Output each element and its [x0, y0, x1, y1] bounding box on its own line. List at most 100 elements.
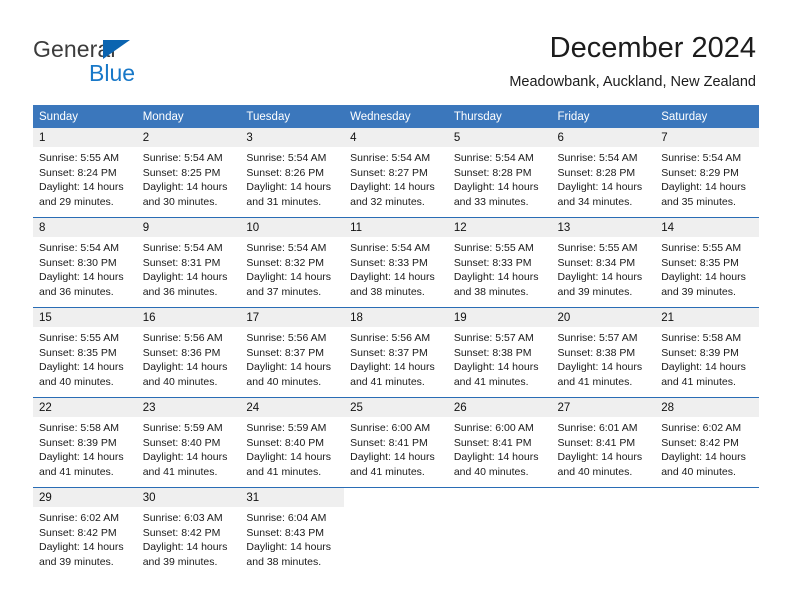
- day-detail-sunrise: Sunrise: 5:55 AM: [39, 152, 119, 164]
- day-cell-inner: 23 Sunrise: 5:59 AM Sunset: 8:40 PM Dayligh…: [136, 398, 241, 487]
- calendar-day-cell[interactable]: 23 Sunrise: 5:59 AM Sunset: 8:40 PM Dayligh…: [136, 397, 241, 488]
- day-detail-daylight-1: Daylight: 14 hours: [453, 181, 539, 194]
- day-cell-details: Sunrise: 5:59 AM Sunset: 8:40 PM Daylight:…: [240, 417, 344, 479]
- calendar-day-cell[interactable]: 5 Sunrise: 5:54 AM Sunset: 8:28 PM Daylight…: [447, 128, 552, 218]
- day-detail-daylight-2: and 39 minutes.: [142, 555, 218, 568]
- calendar-day-cell-empty: [551, 487, 656, 577]
- day-number: 30: [136, 488, 241, 507]
- calendar-day-cell[interactable]: 31 Sunrise: 6:04 AM Sunset: 8:43 PM Dayligh…: [240, 487, 345, 577]
- calendar-day-cell[interactable]: 19 Sunrise: 5:57 AM Sunset: 8:38 PM Dayligh…: [447, 307, 552, 398]
- calendar-day-cell[interactable]: 9 Sunrise: 5:54 AM Sunset: 8:31 PM Daylight…: [136, 217, 241, 308]
- day-cell-details: [552, 507, 656, 511]
- day-detail-daylight-2: and 41 minutes.: [557, 375, 633, 388]
- calendar-day-cell[interactable]: 29 Sunrise: 6:02 AM Sunset: 8:42 PM Dayligh…: [33, 487, 137, 577]
- day-detail-sunset: Sunset: 8:30 PM: [39, 256, 117, 269]
- day-detail-daylight-2: and 36 minutes.: [39, 285, 114, 298]
- calendar-day-cell[interactable]: 10 Sunrise: 5:54 AM Sunset: 8:32 PM Dayligh…: [240, 217, 345, 308]
- day-number: 1: [33, 128, 137, 147]
- day-cell-inner: 3 Sunrise: 5:54 AM Sunset: 8:26 PM Daylight…: [240, 128, 345, 217]
- calendar-day-cell[interactable]: 17 Sunrise: 5:56 AM Sunset: 8:37 PM Dayligh…: [240, 307, 345, 398]
- day-detail-daylight-2: and 41 minutes.: [39, 465, 114, 478]
- day-detail-sunset: Sunset: 8:31 PM: [142, 256, 221, 269]
- day-cell-inner: 5 Sunrise: 5:54 AM Sunset: 8:28 PM Daylight…: [447, 128, 552, 217]
- day-detail-sunrise: Sunrise: 6:02 AM: [661, 422, 742, 434]
- day-detail-sunrise: Sunrise: 5:57 AM: [453, 332, 534, 344]
- day-number: 9: [136, 218, 241, 237]
- logo-triangle-icon: [103, 40, 130, 59]
- day-cell-details: [344, 507, 448, 511]
- day-cell-details: Sunrise: 5:55 AM Sunset: 8:34 PM Daylight:…: [552, 237, 656, 299]
- day-detail-sunset: Sunset: 8:25 PM: [142, 166, 221, 179]
- day-cell-details: Sunrise: 5:54 AM Sunset: 8:31 PM Daylight:…: [137, 237, 241, 299]
- day-detail-sunset: Sunset: 8:39 PM: [661, 346, 739, 359]
- calendar-day-cell[interactable]: 8 Sunrise: 5:54 AM Sunset: 8:30 PM Daylight…: [33, 217, 137, 308]
- day-detail-daylight-2: and 41 minutes.: [246, 465, 322, 478]
- day-cell-inner: 26 Sunrise: 6:00 AM Sunset: 8:41 PM Dayligh…: [447, 398, 552, 487]
- day-detail-sunset: Sunset: 8:34 PM: [557, 256, 636, 269]
- calendar-day-cell[interactable]: 20 Sunrise: 5:57 AM Sunset: 8:38 PM Dayligh…: [551, 307, 656, 398]
- day-detail-daylight-2: and 39 minutes.: [557, 285, 633, 298]
- day-number: 11: [344, 218, 448, 237]
- day-detail-sunrise: Sunrise: 5:55 AM: [39, 332, 119, 344]
- day-detail-sunrise: Sunrise: 5:55 AM: [557, 242, 638, 254]
- day-detail-sunrise: Sunrise: 5:56 AM: [142, 332, 223, 344]
- day-detail-daylight-1: Daylight: 14 hours: [661, 361, 746, 374]
- calendar-week-row: 1 Sunrise: 5:55 AM Sunset: 8:24 PM Daylight…: [33, 128, 759, 218]
- day-detail-daylight-1: Daylight: 14 hours: [142, 271, 228, 284]
- calendar-day-cell[interactable]: 18 Sunrise: 5:56 AM Sunset: 8:37 PM Dayligh…: [344, 307, 448, 398]
- calendar-day-cell[interactable]: 30 Sunrise: 6:03 AM Sunset: 8:42 PM Dayligh…: [136, 487, 241, 577]
- calendar-day-cell[interactable]: 12 Sunrise: 5:55 AM Sunset: 8:33 PM Dayligh…: [447, 217, 552, 308]
- calendar-week-row: 15 Sunrise: 5:55 AM Sunset: 8:35 PM Dayligh…: [33, 307, 759, 398]
- calendar-day-cell[interactable]: 13 Sunrise: 5:55 AM Sunset: 8:34 PM Dayligh…: [551, 217, 656, 308]
- calendar-day-cell[interactable]: 4 Sunrise: 5:54 AM Sunset: 8:27 PM Daylight…: [344, 128, 448, 218]
- day-cell-inner: [344, 488, 448, 577]
- day-cell-details: Sunrise: 5:54 AM Sunset: 8:30 PM Daylight:…: [33, 237, 137, 299]
- calendar-day-cell-empty: [344, 487, 448, 577]
- calendar-day-cell[interactable]: 21 Sunrise: 5:58 AM Sunset: 8:39 PM Dayligh…: [655, 307, 759, 398]
- day-cell-details: [448, 507, 552, 511]
- day-detail-daylight-1: Daylight: 14 hours: [39, 541, 124, 554]
- calendar-day-cell[interactable]: 16 Sunrise: 5:56 AM Sunset: 8:36 PM Dayligh…: [136, 307, 241, 398]
- day-detail-sunset: Sunset: 8:28 PM: [453, 166, 532, 179]
- day-cell-inner: 17 Sunrise: 5:56 AM Sunset: 8:37 PM Dayligh…: [240, 308, 345, 397]
- general-blue-logo: General Blue: [33, 36, 263, 88]
- calendar-day-cell[interactable]: 28 Sunrise: 6:02 AM Sunset: 8:42 PM Dayligh…: [655, 397, 759, 488]
- day-cell-inner: 15 Sunrise: 5:55 AM Sunset: 8:35 PM Dayligh…: [33, 308, 137, 397]
- calendar-day-cell[interactable]: 24 Sunrise: 5:59 AM Sunset: 8:40 PM Dayligh…: [240, 397, 345, 488]
- day-cell-details: Sunrise: 5:59 AM Sunset: 8:40 PM Daylight:…: [137, 417, 241, 479]
- day-number: [655, 488, 759, 507]
- calendar-day-cell[interactable]: 26 Sunrise: 6:00 AM Sunset: 8:41 PM Dayligh…: [447, 397, 552, 488]
- calendar-day-cell[interactable]: 25 Sunrise: 6:00 AM Sunset: 8:41 PM Dayligh…: [344, 397, 448, 488]
- day-cell-details: Sunrise: 6:02 AM Sunset: 8:42 PM Daylight:…: [655, 417, 759, 479]
- day-detail-sunset: Sunset: 8:38 PM: [557, 346, 636, 359]
- weekday-header-wednesday: Wednesday: [344, 105, 448, 128]
- day-detail-sunset: Sunset: 8:35 PM: [39, 346, 117, 359]
- day-cell-details: Sunrise: 5:54 AM Sunset: 8:28 PM Daylight:…: [448, 147, 552, 209]
- day-detail-daylight-2: and 31 minutes.: [246, 195, 322, 208]
- day-detail-sunrise: Sunrise: 5:56 AM: [246, 332, 327, 344]
- calendar-day-cell[interactable]: 7 Sunrise: 5:54 AM Sunset: 8:29 PM Daylight…: [655, 128, 759, 218]
- day-cell-inner: [551, 488, 656, 577]
- calendar-day-cell[interactable]: 14 Sunrise: 5:55 AM Sunset: 8:35 PM Dayligh…: [655, 217, 759, 308]
- day-detail-daylight-1: Daylight: 14 hours: [142, 181, 228, 194]
- calendar-day-cell[interactable]: 11 Sunrise: 5:54 AM Sunset: 8:33 PM Dayligh…: [344, 217, 448, 308]
- calendar-day-cell[interactable]: 6 Sunrise: 5:54 AM Sunset: 8:28 PM Daylight…: [551, 128, 656, 218]
- day-cell-details: Sunrise: 5:56 AM Sunset: 8:37 PM Daylight:…: [240, 327, 344, 389]
- calendar-day-cell[interactable]: 15 Sunrise: 5:55 AM Sunset: 8:35 PM Dayligh…: [33, 307, 137, 398]
- day-detail-daylight-1: Daylight: 14 hours: [350, 361, 435, 374]
- day-detail-daylight-1: Daylight: 14 hours: [557, 451, 643, 464]
- calendar-day-cell[interactable]: 27 Sunrise: 6:01 AM Sunset: 8:41 PM Dayligh…: [551, 397, 656, 488]
- day-number: 31: [240, 488, 345, 507]
- day-number: 16: [136, 308, 241, 327]
- calendar-week-row: 29 Sunrise: 6:02 AM Sunset: 8:42 PM Dayligh…: [33, 487, 759, 577]
- day-detail-daylight-1: Daylight: 14 hours: [453, 271, 539, 284]
- calendar-day-cell[interactable]: 22 Sunrise: 5:58 AM Sunset: 8:39 PM Dayligh…: [33, 397, 137, 488]
- day-detail-sunset: Sunset: 8:42 PM: [39, 526, 117, 539]
- day-detail-daylight-1: Daylight: 14 hours: [142, 361, 228, 374]
- calendar-day-cell[interactable]: 2 Sunrise: 5:54 AM Sunset: 8:25 PM Daylight…: [136, 128, 241, 218]
- day-cell-details: Sunrise: 5:55 AM Sunset: 8:24 PM Daylight:…: [33, 147, 137, 209]
- day-cell-inner: 1 Sunrise: 5:55 AM Sunset: 8:24 PM Daylight…: [33, 128, 137, 217]
- day-detail-daylight-1: Daylight: 14 hours: [246, 181, 332, 194]
- calendar-day-cell[interactable]: 3 Sunrise: 5:54 AM Sunset: 8:26 PM Daylight…: [240, 128, 345, 218]
- calendar-day-cell[interactable]: 1 Sunrise: 5:55 AM Sunset: 8:24 PM Daylight…: [33, 128, 137, 218]
